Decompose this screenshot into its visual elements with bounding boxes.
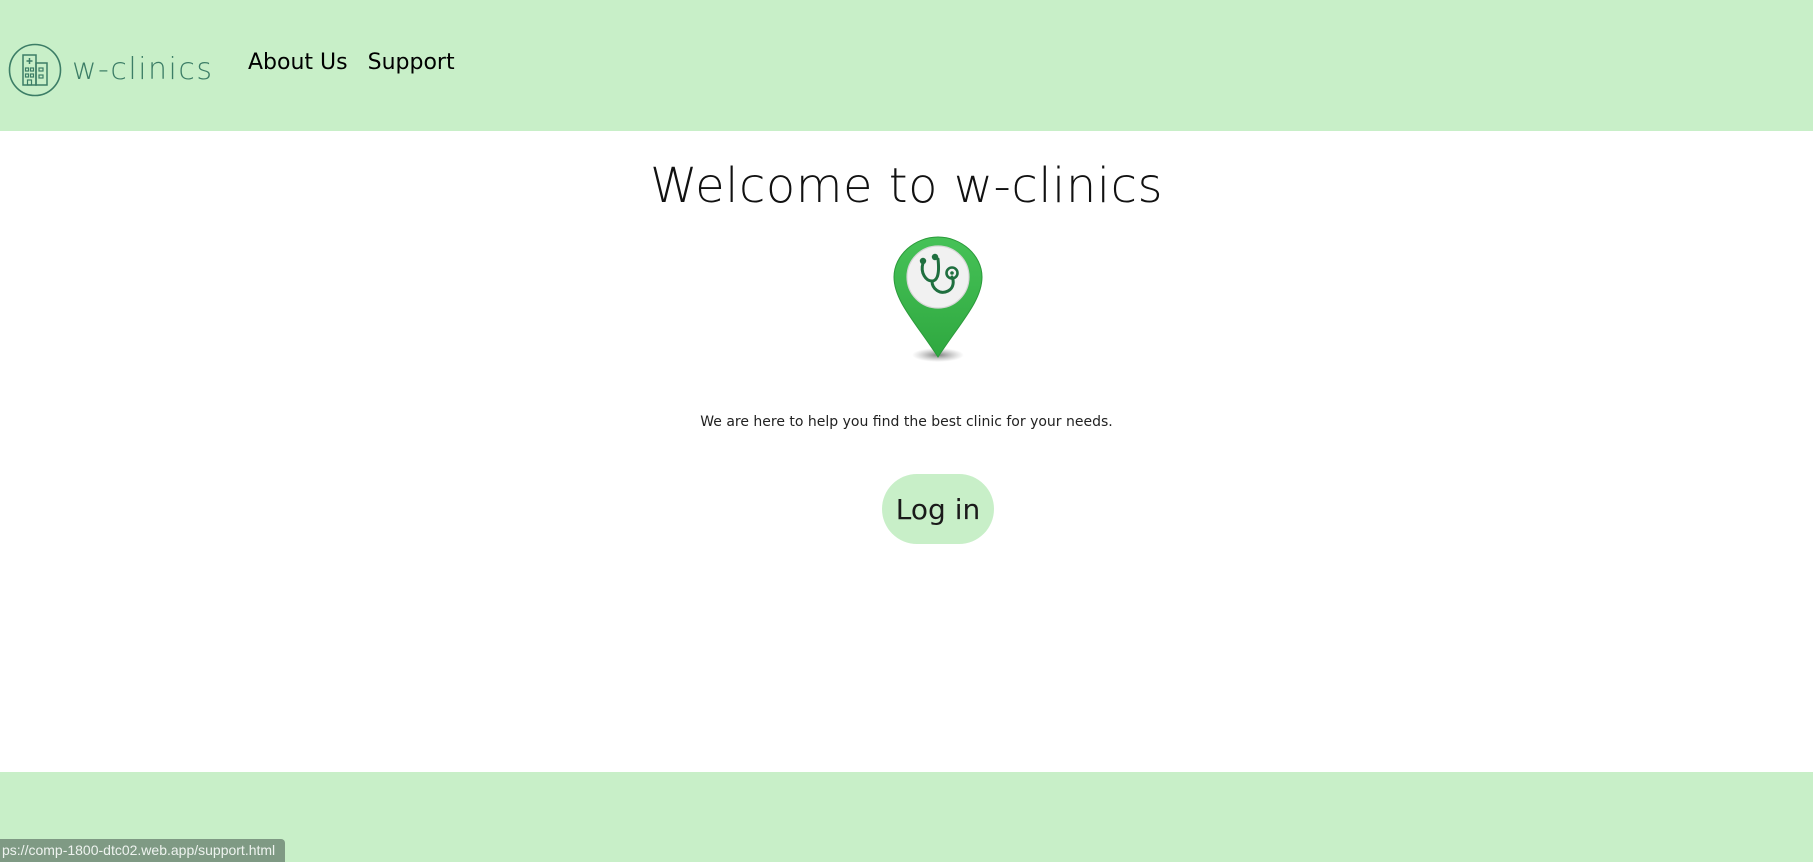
page-title: Welcome to w-clinics — [649, 158, 1164, 214]
brand[interactable]: w-clinics — [8, 42, 214, 97]
brand-name: w-clinics — [72, 52, 214, 87]
hospital-building-icon — [8, 43, 62, 96]
main-nav: About Us Support — [248, 50, 455, 75]
login-button[interactable]: Log in — [882, 474, 994, 544]
nav-link-support[interactable]: Support — [368, 50, 455, 75]
site-header: w-clinics About Us Support — [0, 0, 1813, 131]
status-bar-url: ps://comp-1800-dtc02.web.app/support.htm… — [0, 839, 286, 862]
tagline: We are here to help you find the best cl… — [700, 414, 1113, 430]
main-content: Welcome to w-clinics We are here to help… — [0, 131, 1813, 772]
nav-link-about-us[interactable]: About Us — [248, 50, 348, 75]
stethoscope-map-pin-icon — [893, 236, 983, 362]
